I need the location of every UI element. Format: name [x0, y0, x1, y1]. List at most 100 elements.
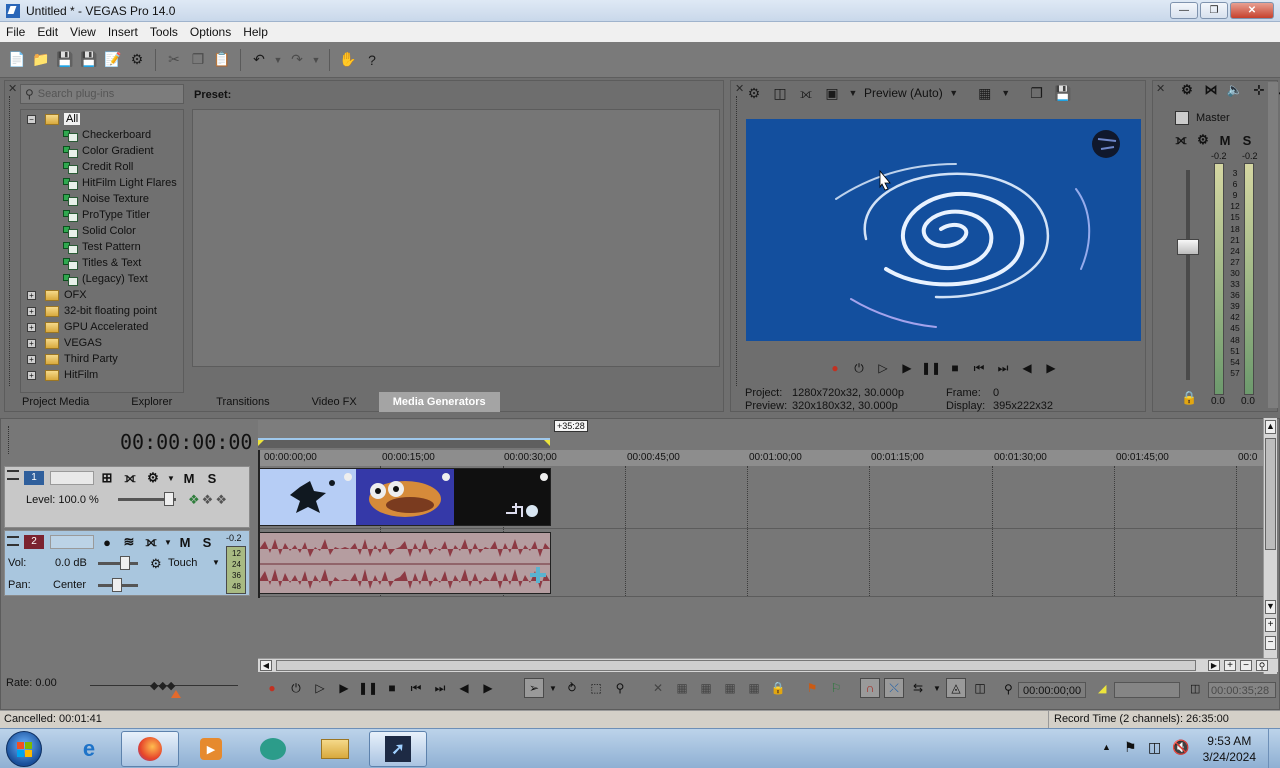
preview-quality-chevron-down-icon[interactable]: ▼ [949, 83, 959, 103]
zoom-in-horizontal-icon[interactable]: + [1224, 660, 1236, 671]
vol-slider[interactable] [120, 556, 130, 570]
audio-pan-chevron-down-icon[interactable]: ▼ [164, 533, 172, 551]
tree-item-vegas[interactable]: + VEGAS [27, 335, 102, 351]
play-from-start-icon[interactable]: ▷ [874, 359, 892, 377]
video-mute-button[interactable]: M [180, 469, 198, 487]
grid-chevron-down-icon[interactable]: ▼ [1001, 83, 1011, 103]
save-as-icon[interactable]: 💾 [78, 49, 100, 71]
menu-tools[interactable]: Tools [144, 25, 184, 39]
ripple-chevron-down-icon[interactable]: ▼ [932, 678, 942, 698]
preview-quality-dropdown[interactable]: Preview (Auto) [864, 86, 943, 100]
ignore-grouping-icon[interactable]: ◫ [970, 678, 990, 698]
whats-this-hand-icon[interactable]: ✋ [337, 49, 359, 71]
split-icon[interactable]: ▦ [744, 678, 764, 698]
trim-end-icon[interactable]: ▦ [720, 678, 740, 698]
tab-media-generators[interactable]: Media Generators [378, 392, 500, 412]
track-fx-gear-icon[interactable]: ⚙ [144, 469, 162, 487]
zoom-out-vertical-icon[interactable]: − [1265, 636, 1276, 650]
master-fx-gear-icon[interactable]: ⚙ [1194, 131, 1212, 149]
track-fx-chevron-down-icon[interactable]: ▼ [167, 469, 175, 487]
tree-item-gpu[interactable]: + GPU Accelerated [27, 319, 148, 335]
marker-bar[interactable] [258, 440, 550, 448]
search-plugins-field[interactable]: ⚲ Search plug-ins [20, 84, 184, 104]
master-properties-gear-icon[interactable]: ⚙ [1178, 81, 1196, 99]
timeline-time-display[interactable]: 00:00:00:00 [120, 430, 252, 454]
collapse-icon[interactable]: − [27, 114, 36, 124]
copy-snapshot-icon[interactable]: ❐ [1027, 83, 1047, 103]
master-lock-icon[interactable]: 🔒 [1181, 390, 1197, 406]
pause-icon[interactable]: ❚❚ [921, 359, 941, 377]
tab-project-media[interactable]: Project Media [4, 392, 107, 412]
properties-gear-icon[interactable]: ⚙ [126, 49, 148, 71]
taskbar-explorer[interactable] [306, 731, 364, 767]
go-to-end-icon[interactable]: ⏭ [994, 359, 1012, 377]
audio-clip[interactable] [259, 532, 551, 594]
loop-playback-icon[interactable]: ⏻ [850, 359, 868, 377]
arm-for-record-icon[interactable]: ● [98, 533, 116, 551]
preview-panel-grip[interactable] [736, 96, 739, 386]
tree-item-legacy-text[interactable]: (Legacy) Text [63, 271, 148, 287]
open-folder-icon[interactable]: 📁 [30, 49, 52, 71]
video-solo-button[interactable]: S [203, 469, 221, 487]
downmix-icon[interactable]: ⋈ [1202, 81, 1220, 99]
scrollbar-thumb[interactable] [1265, 438, 1276, 550]
dim-output-speaker-icon[interactable]: 🔈 [1226, 81, 1244, 99]
loop-start-marker-icon[interactable] [258, 440, 264, 446]
tab-explorer[interactable]: Explorer [107, 392, 196, 412]
compositing-child-icon[interactable]: ❖ [215, 492, 227, 508]
undo-icon[interactable]: ↶ [248, 49, 270, 71]
cursor-time-field[interactable]: 00:00:00;00 [1018, 682, 1086, 698]
tree-item-32bit[interactable]: +32-bit floating point [27, 303, 157, 319]
zoom-edit-tool-icon[interactable]: ⚲ [610, 678, 630, 698]
taskbar-internet-explorer[interactable]: e [60, 731, 118, 767]
menu-insert[interactable]: Insert [102, 25, 144, 39]
tab-video-fx[interactable]: Video FX [290, 392, 379, 412]
compositing-mode-icon[interactable]: ⟗ [121, 469, 139, 487]
timeline-stop-icon[interactable]: ■ [382, 678, 402, 698]
tree-item-protype-titler[interactable]: ProType Titler [63, 207, 150, 223]
scroll-up-icon[interactable]: ▲ [1265, 420, 1276, 434]
menu-options[interactable]: Options [184, 25, 237, 39]
track-motion-icon[interactable]: ⊞ [98, 469, 116, 487]
trim-start-icon[interactable]: ▦ [696, 678, 716, 698]
help-question-icon[interactable]: ? [361, 49, 383, 71]
timeline-ruler[interactable]: 00:00:00;00 00:00:15;00 00:00:30;00 00:0… [258, 450, 1263, 466]
save-snapshot-icon[interactable]: 💾 [1053, 83, 1073, 103]
selection-length-field[interactable] [1114, 682, 1180, 698]
lock-envelopes-icon[interactable]: ◬ [946, 678, 966, 698]
stop-icon[interactable]: ■ [946, 359, 964, 377]
tree-item-solid-color[interactable]: Solid Color [63, 223, 136, 239]
close-button[interactable]: ✕ [1230, 2, 1274, 19]
selection-tool-icon[interactable]: ⬚ [586, 678, 606, 698]
preset-list[interactable] [192, 109, 720, 367]
external-monitor-icon[interactable]: ◫ [770, 83, 790, 103]
volume-muted-icon[interactable]: 🔇 [1172, 739, 1189, 756]
record-icon[interactable]: ● [826, 359, 844, 377]
track-collapse-icon[interactable] [7, 470, 19, 480]
action-center-flag-icon[interactable]: ⚑ [1124, 739, 1137, 756]
audio-mute-button[interactable]: M [176, 533, 194, 551]
timeline-next-frame-icon[interactable]: ▶ [478, 678, 498, 698]
timeline-go-to-end-icon[interactable]: ⏭ [430, 678, 450, 698]
play-icon[interactable]: ▶ [898, 359, 916, 377]
menu-help[interactable]: Help [237, 25, 274, 39]
timeline-play-from-start-icon[interactable]: ▷ [310, 678, 330, 698]
end-time-field[interactable]: 00:00:35;28 [1208, 682, 1276, 698]
tree-item-noise-texture[interactable]: Noise Texture [63, 191, 149, 207]
automation-mode-dropdown[interactable]: Touch [168, 557, 197, 569]
mute-button[interactable]: M [1216, 131, 1234, 149]
save-icon[interactable]: 💾 [54, 49, 76, 71]
minimize-button[interactable]: — [1170, 2, 1198, 19]
master-panel-close-icon[interactable]: ✕ [1156, 82, 1165, 95]
split-screen-view-icon[interactable]: ⟗ [796, 83, 816, 103]
taskbar-chat-app[interactable] [244, 731, 302, 767]
zoom-out-horizontal-icon[interactable]: − [1240, 660, 1252, 671]
master-bus-checkbox[interactable] [1175, 111, 1189, 125]
timeline-record-icon[interactable]: ● [262, 678, 282, 698]
taskbar-vegas-pro[interactable]: ➚ [369, 731, 427, 767]
invert-phase-icon[interactable]: ≋ [120, 533, 138, 551]
tree-item-ofx[interactable]: + OFX [27, 287, 87, 303]
expand-icon[interactable]: + [27, 370, 36, 380]
render-as-icon[interactable]: 📝 [102, 49, 124, 71]
overlays-chevron-down-icon[interactable]: ▼ [848, 83, 858, 103]
